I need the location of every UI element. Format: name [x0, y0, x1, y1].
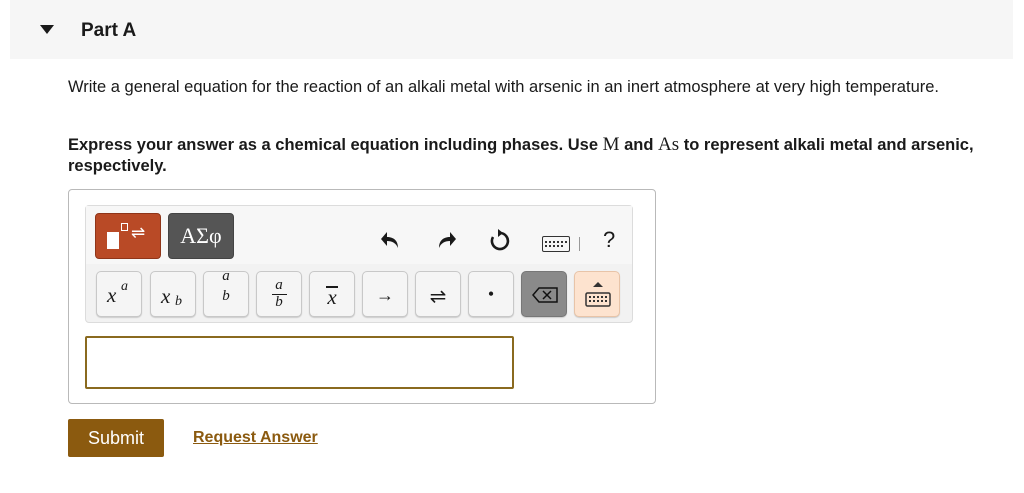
instruction-part2: and: [619, 136, 659, 154]
dot-glyph: •: [487, 284, 495, 304]
instruction-text: Express your answer as a chemical equati…: [68, 134, 1008, 177]
instruction-part1: Express your answer as a chemical equati…: [68, 136, 603, 154]
collapse-caret-icon[interactable]: [40, 25, 54, 34]
stacked-key[interactable]: a b: [203, 268, 249, 317]
fraction-numerator: a: [275, 277, 283, 293]
superscript-base: x: [107, 283, 117, 307]
backspace-key[interactable]: [521, 271, 567, 317]
equilibrium-arrow-key[interactable]: ⇌: [415, 271, 461, 317]
template-equilibrium-icon: ⇌: [131, 223, 146, 242]
toolbar-separator: [579, 237, 580, 251]
arrow-glyph: →: [376, 285, 394, 305]
overline-key[interactable]: x: [309, 271, 355, 317]
question-text: Write a general equation for the reactio…: [68, 78, 939, 96]
math-toolbar: ⇌ ΑΣφ ? x a x b a b a b x → ⇌ •: [85, 205, 633, 323]
metal-symbol: M: [602, 134, 620, 155]
reset-icon[interactable]: [488, 228, 512, 252]
dot-key[interactable]: •: [468, 271, 514, 317]
overline-x: x: [327, 285, 337, 309]
part-title: Part A: [81, 20, 137, 41]
fraction-key[interactable]: a b: [256, 271, 302, 317]
template-square-icon: [107, 232, 119, 249]
redo-icon[interactable]: [435, 230, 457, 250]
stacked-bottom: b: [222, 288, 230, 304]
answer-box: ⇌ ΑΣφ ? x a x b a b a b x → ⇌ •: [68, 189, 656, 404]
reaction-arrow-key[interactable]: →: [362, 271, 408, 317]
superscript-exponent: a: [121, 279, 128, 294]
equilibrium-glyph: ⇌: [429, 286, 447, 308]
part-header[interactable]: Part A: [10, 0, 1013, 59]
subscript-key[interactable]: x b: [150, 271, 196, 317]
fraction-denominator: b: [275, 294, 283, 310]
help-button[interactable]: ?: [603, 227, 615, 253]
backspace-icon: [532, 287, 558, 303]
subscript-index: b: [175, 294, 182, 309]
stacked-top: a: [222, 268, 230, 284]
keyboard-up-icon: [585, 282, 611, 307]
arsenic-symbol: As: [658, 134, 680, 155]
template-small-square-icon: [121, 223, 128, 231]
show-keyboard-key[interactable]: [574, 271, 620, 317]
greek-symbols-button[interactable]: ΑΣφ: [168, 213, 234, 259]
subscript-base: x: [161, 284, 171, 308]
submit-button[interactable]: Submit: [68, 419, 164, 457]
superscript-key[interactable]: x a: [96, 271, 142, 317]
templates-button[interactable]: ⇌: [95, 213, 161, 259]
answer-input[interactable]: [85, 336, 514, 389]
request-answer-link[interactable]: Request Answer: [193, 429, 318, 447]
keyboard-icon[interactable]: [542, 236, 570, 252]
undo-icon[interactable]: [380, 230, 402, 250]
